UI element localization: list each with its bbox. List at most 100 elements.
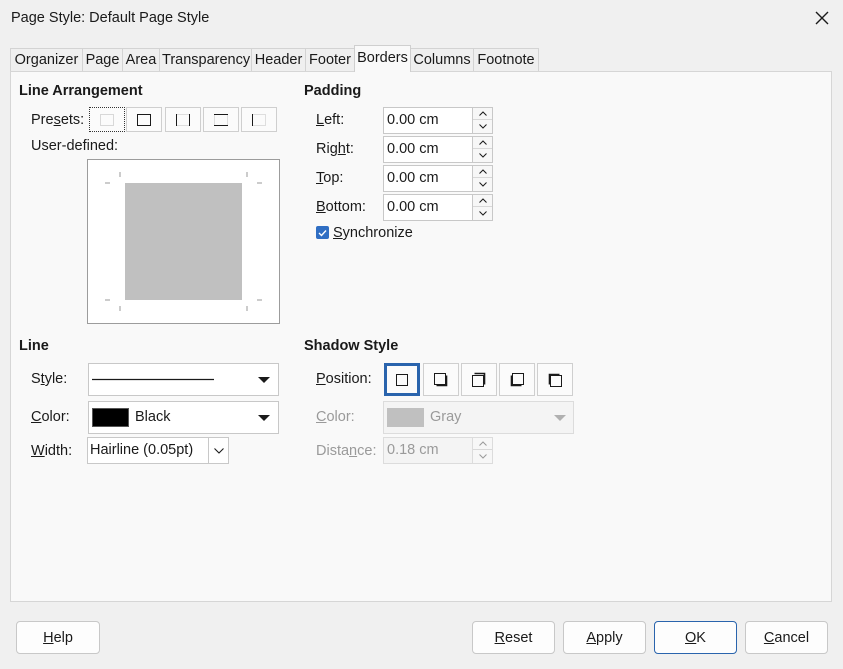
chevron-up-icon	[478, 198, 487, 203]
shadow-distance-decrement[interactable]	[473, 450, 492, 462]
shadow-color-value: Gray	[430, 409, 462, 425]
tab-footer[interactable]: Footer	[305, 48, 355, 72]
border-left-icon	[252, 113, 266, 126]
padding-bottom-decrement[interactable]	[473, 207, 492, 219]
preset-no-borders[interactable]	[89, 107, 125, 132]
padding-bottom-increment[interactable]	[473, 195, 492, 207]
presets-label: Presets:	[31, 112, 85, 128]
padding-bottom-value[interactable]: 0.00 cm	[387, 199, 439, 215]
shadow-distance-label: Distance:	[316, 443, 377, 459]
shadow-distance-increment[interactable]	[473, 438, 492, 450]
padding-right-value[interactable]: 0.00 cm	[387, 141, 439, 157]
user-defined-label: User-defined:	[31, 138, 119, 154]
padding-top-label: Top:	[316, 170, 344, 186]
padding-right-decrement[interactable]	[473, 149, 492, 161]
shadow-position-bottom-right[interactable]	[423, 363, 459, 396]
chevron-up-icon	[478, 111, 487, 116]
padding-top-increment[interactable]	[473, 166, 492, 178]
shadow-top-right-icon	[472, 372, 486, 387]
reset-button[interactable]: Reset	[472, 621, 555, 654]
padding-right-increment[interactable]	[473, 137, 492, 149]
tab-page[interactable]: Page	[82, 48, 123, 72]
line-title: Line	[19, 338, 49, 354]
tab-borders[interactable]: Borders	[354, 45, 411, 72]
padding-top-spinbox[interactable]: 0.00 cm	[383, 165, 493, 192]
shadow-position-top-left[interactable]	[537, 363, 573, 396]
shadow-position-label: Position:	[316, 371, 372, 387]
padding-left-increment[interactable]	[473, 108, 492, 120]
padding-right-label: Right:	[316, 141, 354, 157]
shadow-color-dropdown[interactable]: Gray	[383, 401, 574, 434]
cancel-button[interactable]: Cancel	[745, 621, 828, 654]
border-preview-canvas	[105, 172, 262, 311]
shadow-position-top-right[interactable]	[461, 363, 497, 396]
line-arrangement-title: Line Arrangement	[19, 83, 143, 99]
tab-transparency[interactable]: Transparency	[159, 48, 252, 72]
checkmark-icon	[318, 229, 327, 237]
padding-top-decrement[interactable]	[473, 178, 492, 190]
preset-left-border[interactable]	[241, 107, 277, 132]
padding-top-value[interactable]: 0.00 cm	[387, 170, 439, 186]
line-style-label: Style:	[31, 371, 68, 387]
tab-columns[interactable]: Columns	[410, 48, 474, 72]
preset-top-bottom-borders[interactable]	[203, 107, 239, 132]
padding-left-spinbox[interactable]: 0.00 cm	[383, 107, 493, 134]
chevron-down-icon	[478, 181, 487, 187]
padding-left-label: Left:	[316, 112, 345, 128]
chevron-down-icon	[258, 415, 270, 421]
padding-right-spinbox[interactable]: 0.00 cm	[383, 136, 493, 163]
padding-bottom-spinbox[interactable]: 0.00 cm	[383, 194, 493, 221]
preset-box-border[interactable]	[126, 107, 162, 132]
tab-footnote[interactable]: Footnote	[473, 48, 539, 72]
help-button[interactable]: Help	[16, 621, 100, 654]
line-color-value: Black	[135, 409, 171, 425]
line-style-dropdown[interactable]	[88, 363, 279, 396]
shadow-none-icon	[396, 373, 408, 386]
shadow-color-label: Color:	[316, 409, 355, 425]
shadow-bottom-left-icon	[510, 372, 524, 386]
line-width-dropdown-button[interactable]	[208, 438, 228, 463]
shadow-color-swatch	[387, 408, 424, 427]
tab-organizer[interactable]: Organizer	[10, 48, 83, 72]
shadow-position-bottom-left[interactable]	[499, 363, 535, 396]
chevron-down-icon	[478, 152, 487, 158]
tab-header[interactable]: Header	[251, 48, 306, 72]
window-title: Page Style: Default Page Style	[11, 10, 210, 26]
chevron-up-icon	[478, 441, 487, 446]
padding-title: Padding	[304, 83, 362, 99]
chevron-down-icon	[478, 453, 487, 459]
ok-button[interactable]: OK	[654, 621, 737, 654]
padding-left-decrement[interactable]	[473, 120, 492, 132]
chevron-up-icon	[478, 140, 487, 145]
solid-line-sample	[92, 378, 214, 381]
border-preview[interactable]	[87, 159, 280, 324]
padding-left-value[interactable]: 0.00 cm	[387, 112, 439, 128]
line-width-label: Width:	[31, 443, 73, 459]
chevron-down-icon	[213, 447, 224, 454]
shadow-style-title: Shadow Style	[304, 338, 399, 354]
border-left-right-icon	[176, 113, 190, 126]
line-color-label: Color:	[31, 409, 70, 425]
line-color-swatch	[92, 408, 129, 427]
close-icon	[815, 11, 828, 25]
shadow-top-left-icon	[548, 373, 562, 387]
shadow-position-none[interactable]	[384, 363, 420, 396]
title-bar: Page Style: Default Page Style	[0, 0, 843, 38]
line-width-combobox[interactable]: Hairline (0.05pt)	[87, 437, 229, 464]
padding-bottom-label: Bottom:	[316, 199, 366, 215]
preset-left-right-borders[interactable]	[165, 107, 201, 132]
chevron-up-icon	[478, 169, 487, 174]
shadow-distance-value[interactable]: 0.18 cm	[387, 442, 439, 458]
synchronize-label[interactable]: Synchronize	[333, 225, 413, 241]
shadow-distance-spinbox[interactable]: 0.18 cm	[383, 437, 493, 464]
line-color-dropdown[interactable]: Black	[88, 401, 279, 434]
chevron-down-icon	[478, 123, 487, 129]
synchronize-checkbox[interactable]	[316, 226, 329, 239]
line-width-value[interactable]: Hairline (0.05pt)	[90, 442, 193, 458]
chevron-down-icon	[258, 377, 270, 383]
tab-area[interactable]: Area	[122, 48, 160, 72]
apply-button[interactable]: Apply	[563, 621, 646, 654]
border-top-bottom-icon	[214, 113, 228, 126]
close-button[interactable]	[800, 0, 843, 36]
shadow-bottom-right-icon	[434, 372, 448, 386]
